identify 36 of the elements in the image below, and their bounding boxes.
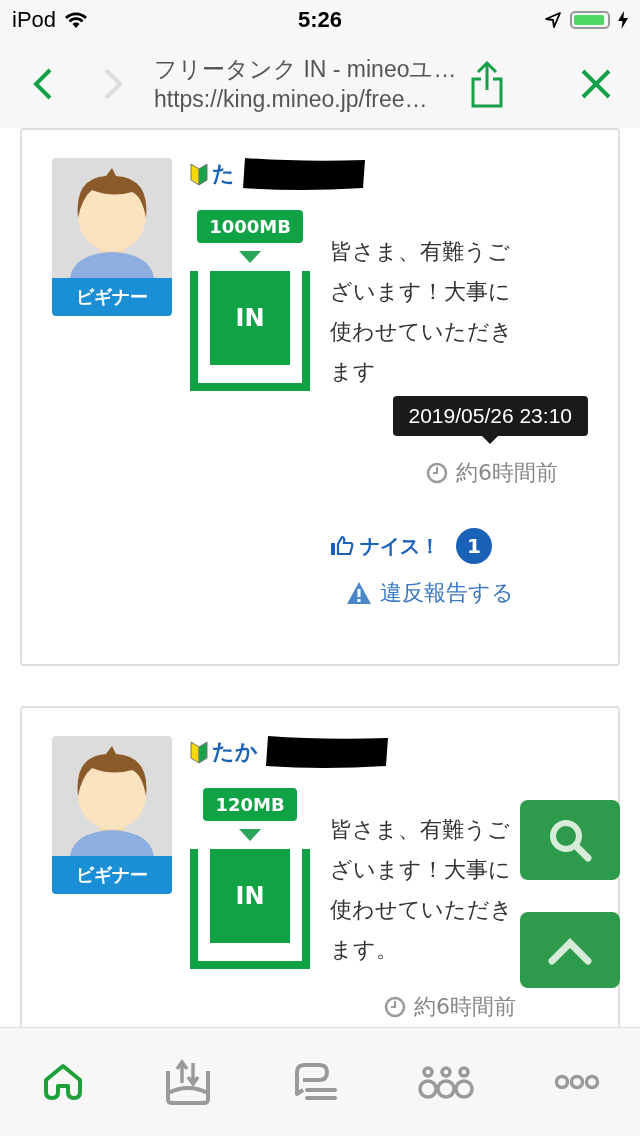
rank-label: ビギナー: [52, 278, 172, 316]
nice-count-badge: 1: [456, 528, 492, 564]
clock-time: 5:26: [297, 7, 342, 33]
thumbs-up-icon[interactable]: [330, 535, 354, 557]
message-text: 皆さま、有難うございます！大事に使わせていただきます: [330, 238, 514, 386]
clock-icon: [384, 996, 406, 1018]
report-link[interactable]: 違反報告する: [380, 578, 514, 608]
wifi-icon: [64, 11, 89, 29]
tooltip-pointer-icon: [482, 436, 499, 444]
message-text: 皆さま、有難うございます！大事に使わせていただきます。: [330, 816, 514, 964]
scroll-top-button[interactable]: [520, 912, 620, 988]
battery-icon: [570, 11, 610, 29]
share-icon[interactable]: [470, 60, 504, 108]
page-url: https://king.mineo.jp/free…: [154, 85, 429, 114]
beginner-mark-icon: [190, 162, 208, 186]
page-title: フリータンク IN - mineoユ…: [154, 55, 458, 84]
carrier-name: iPod: [12, 7, 57, 33]
date-tooltip: 2019/05/26 23:10: [392, 396, 588, 436]
user-name[interactable]: た: [212, 159, 235, 189]
down-triangle-icon: [239, 251, 261, 263]
amount-badge: 120MB: [203, 788, 297, 821]
beginner-mark-icon: [190, 740, 208, 764]
down-triangle-icon: [239, 829, 261, 841]
rank-label: ビギナー: [52, 856, 172, 894]
location-arrow-icon: [544, 11, 562, 29]
post-time: 約6時間前: [414, 993, 516, 1021]
user-name[interactable]: たか: [212, 737, 258, 767]
search-button[interactable]: [520, 800, 620, 880]
clock-icon: [426, 462, 448, 484]
warning-icon: [346, 581, 372, 605]
in-label: IN: [210, 271, 290, 365]
post-time: 約6時間前: [456, 459, 558, 487]
amount-badge: 1000MB: [197, 210, 303, 243]
in-label: IN: [210, 849, 290, 943]
nice-link[interactable]: ナイス！: [360, 532, 440, 560]
close-icon[interactable]: [580, 68, 612, 100]
